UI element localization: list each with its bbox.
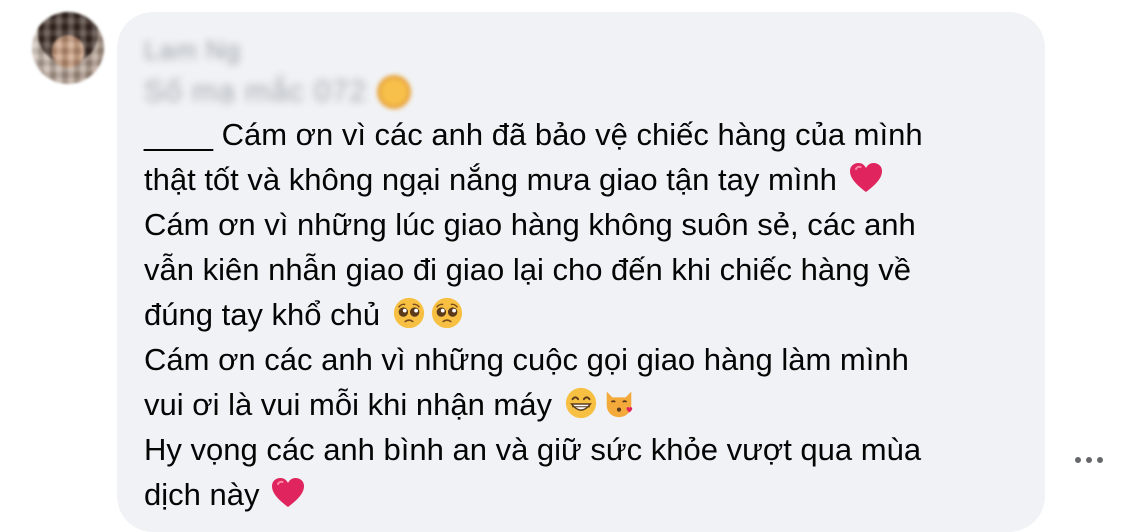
author-name: Lam Ng — [144, 34, 242, 65]
comment-line: Cám ơn các anh vì những cuộc gọi giao hà… — [144, 342, 909, 377]
comment-line: Cám ơn vì những lúc giao hàng không suôn… — [144, 207, 916, 242]
avatar-pixelation — [32, 12, 104, 84]
comment-line: vui ơi là vui mỗi khi nhận máy — [144, 387, 552, 422]
comment-line: đúng tay khổ chủ — [144, 297, 381, 332]
comment-line: Hy vọng các anh bình an và giữ sức khỏe … — [144, 432, 922, 467]
comment-line: vẫn kiên nhẫn giao đi giao lại cho đến k… — [144, 252, 911, 287]
red-heart-icon — [270, 476, 306, 510]
comment-bubble: Lam Ng Số mạ mắc 072 ____ Cám ơn vì các … — [117, 12, 1045, 532]
comment-paragraph: Cám ơn vì những lúc giao hàng không suôn… — [144, 202, 1004, 337]
more-options-icon — [1086, 457, 1092, 463]
author-subline-text: Số mạ mắc 072 — [144, 75, 368, 108]
comment-paragraph: Cám ơn các anh vì những cuộc gọi giao hà… — [144, 337, 1004, 427]
more-options-button[interactable] — [1066, 448, 1112, 472]
more-options-icon — [1075, 457, 1081, 463]
kissing-cat-icon — [601, 386, 637, 420]
pleading-face-icon — [391, 296, 427, 330]
author-subline: Số mạ mắc 072 — [144, 72, 464, 112]
comment-line: ____ Cám ơn vì các anh đã bảo vệ chiếc h… — [144, 117, 923, 152]
avatar[interactable] — [32, 12, 104, 84]
blurred-emoji-icon — [377, 75, 412, 109]
comment-line: thật tốt và không ngại nắng mưa giao tận… — [144, 162, 837, 197]
grinning-face-icon — [563, 386, 599, 420]
comment-line: dịch này — [144, 477, 260, 512]
comment-text: ____ Cám ơn vì các anh đã bảo vệ chiếc h… — [144, 112, 1004, 517]
comment-paragraph: Hy vọng các anh bình an và giữ sức khỏe … — [144, 427, 1004, 517]
pleading-face-icon — [429, 296, 465, 330]
comment-paragraph: ____ Cám ơn vì các anh đã bảo vệ chiếc h… — [144, 112, 1004, 202]
more-options-icon — [1097, 457, 1103, 463]
red-heart-icon — [848, 161, 884, 195]
author-name-link[interactable]: Lam Ng — [144, 34, 256, 66]
